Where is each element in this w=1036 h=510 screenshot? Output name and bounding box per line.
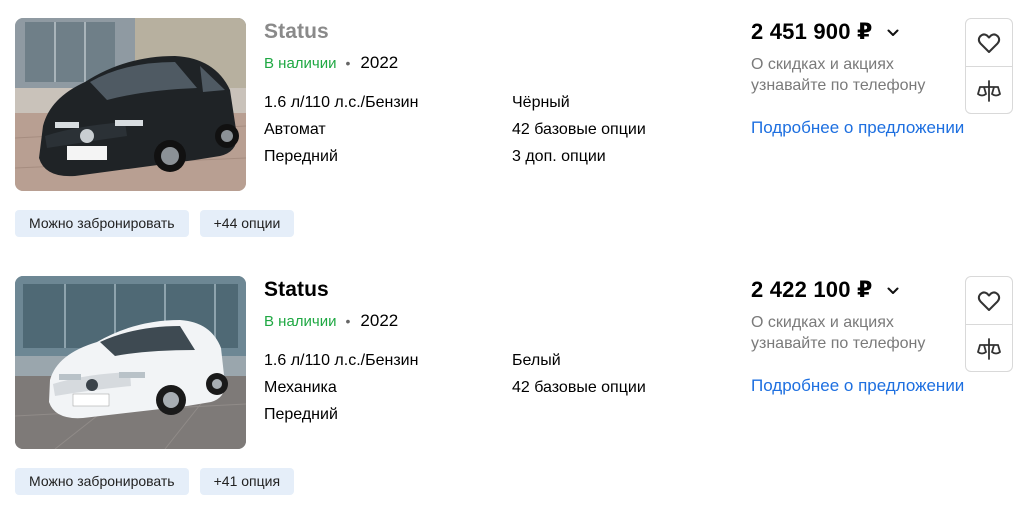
chevron-down-icon xyxy=(887,284,899,296)
chip-booking[interactable]: Можно забронировать xyxy=(15,210,189,237)
discount-note: О скидках и акциях узнавайте по телефону xyxy=(751,314,926,352)
spec-transmission: Автомат xyxy=(264,121,326,138)
model-year: 2022 xyxy=(360,53,399,72)
availability-status: В наличии xyxy=(264,312,337,330)
favorite-button[interactable] xyxy=(966,277,1012,324)
favorite-button[interactable] xyxy=(966,19,1012,66)
price: 2 451 900 ₽ xyxy=(751,19,873,44)
offer-details-link[interactable]: Подробнее о предложении xyxy=(751,376,964,396)
spec-color: Белый xyxy=(512,352,561,369)
spec-extra-options: 3 доп. опции xyxy=(512,148,606,165)
car-photo-image xyxy=(15,18,246,191)
spec-base-options: 42 базовые опции xyxy=(512,379,646,396)
car-photo-image xyxy=(15,276,246,449)
listing-meta: В наличии • 2022 xyxy=(264,53,398,73)
compare-button[interactable] xyxy=(966,324,1012,372)
price-dropdown[interactable]: 2 422 100 ₽ xyxy=(751,277,899,303)
availability-status: В наличии xyxy=(264,54,337,72)
compare-button[interactable] xyxy=(966,66,1012,114)
spec-transmission: Механика xyxy=(264,379,337,396)
discount-note: О скидках и акциях узнавайте по телефону xyxy=(751,56,926,94)
spec-engine: 1.6 л/110 л.с./Бензин xyxy=(264,94,419,111)
listing-title[interactable]: Status xyxy=(264,20,329,44)
listing-card: Status В наличии • 2022 1.6 л/110 л.с./Б… xyxy=(0,258,1036,508)
listing-chips: Можно забронировать +41 опция xyxy=(15,468,295,495)
chip-booking[interactable]: Можно забронировать xyxy=(15,468,189,495)
compare-icon xyxy=(977,337,1001,360)
offer-details-link[interactable]: Подробнее о предложении xyxy=(751,118,964,138)
listing-card: Status В наличии • 2022 1.6 л/110 л.с./Б… xyxy=(0,0,1036,250)
car-photo[interactable] xyxy=(15,18,246,191)
listing-chips: Можно забронировать +44 опции xyxy=(15,210,295,237)
car-photo[interactable] xyxy=(15,276,246,449)
model-year: 2022 xyxy=(360,311,399,330)
listing-actions xyxy=(965,18,1013,114)
price-dropdown[interactable]: 2 451 900 ₽ xyxy=(751,19,899,45)
meta-separator: • xyxy=(345,313,351,329)
chevron-down-icon xyxy=(887,26,899,38)
spec-engine: 1.6 л/110 л.с./Бензин xyxy=(264,352,419,369)
spec-drive: Передний xyxy=(264,406,338,423)
listing-actions xyxy=(965,276,1013,372)
meta-separator: • xyxy=(345,55,351,71)
spec-base-options: 42 базовые опции xyxy=(512,121,646,138)
spec-color: Чёрный xyxy=(512,94,570,111)
heart-icon xyxy=(977,290,1001,311)
chip-more-options[interactable]: +44 опции xyxy=(199,210,295,237)
chip-more-options[interactable]: +41 опция xyxy=(199,468,295,495)
compare-icon xyxy=(977,79,1001,102)
spec-drive: Передний xyxy=(264,148,338,165)
heart-icon xyxy=(977,32,1001,53)
price: 2 422 100 ₽ xyxy=(751,277,873,302)
listing-meta: В наличии • 2022 xyxy=(264,311,398,331)
listing-title[interactable]: Status xyxy=(264,278,329,302)
